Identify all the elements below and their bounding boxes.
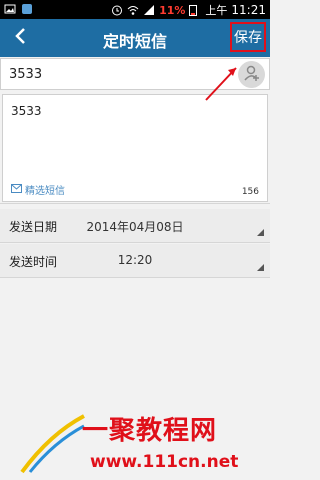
save-button[interactable]: 保存 bbox=[230, 22, 266, 52]
alarm-icon bbox=[111, 4, 123, 16]
watermark: 一聚教程网 www.111cn.net bbox=[20, 408, 270, 480]
add-contact-button[interactable] bbox=[238, 61, 265, 88]
section-divider bbox=[0, 203, 270, 204]
message-value: 3533 bbox=[11, 104, 42, 118]
image-notification-icon bbox=[4, 3, 16, 15]
send-date-value: 2014年04月08日 bbox=[86, 220, 184, 234]
watermark-swoosh-icon bbox=[20, 414, 86, 478]
status-bar: 11% 上午 11:21 bbox=[0, 0, 270, 19]
wifi-icon bbox=[127, 4, 139, 16]
watermark-url: www.111cn.net bbox=[90, 452, 239, 472]
status-time: 11:21 bbox=[231, 3, 266, 17]
recipient-value: 3533 bbox=[9, 67, 43, 82]
add-contact-icon bbox=[243, 64, 261, 86]
template-messages-link[interactable]: 精选短信 bbox=[11, 182, 65, 197]
dropdown-indicator-icon bbox=[257, 264, 264, 271]
message-textarea[interactable]: 3533 精选短信 156 bbox=[2, 94, 268, 202]
time-period: 上午 bbox=[205, 4, 228, 17]
watermark-logo-text: 一聚教程网 bbox=[82, 416, 218, 446]
battery-icon bbox=[189, 4, 201, 16]
template-messages-label: 精选短信 bbox=[25, 186, 65, 197]
app-notification-icon bbox=[21, 3, 33, 15]
dropdown-indicator-icon bbox=[257, 229, 264, 236]
battery-percent: 11% bbox=[159, 3, 186, 17]
send-date-row[interactable]: 发送日期 2014年04月08日 bbox=[0, 209, 270, 243]
envelope-icon bbox=[11, 183, 22, 196]
recipient-field[interactable]: 3533 bbox=[0, 58, 270, 90]
char-count: 156 bbox=[241, 187, 259, 197]
send-time-row[interactable]: 发送时间 12:20 bbox=[0, 244, 270, 278]
send-time-value: 12:20 bbox=[117, 253, 153, 267]
signal-icon bbox=[143, 4, 155, 16]
app-header: 定时短信 保存 bbox=[0, 19, 270, 57]
